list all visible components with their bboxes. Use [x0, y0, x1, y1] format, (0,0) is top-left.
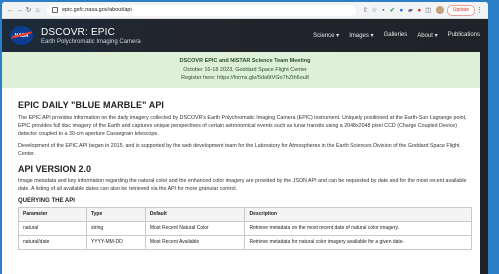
- main-content: EPIC DAILY "BLUE MARBLE" API The EPIC AP…: [2, 88, 488, 250]
- nav-science[interactable]: Science ▾: [313, 32, 339, 39]
- update-button[interactable]: Update: [446, 4, 475, 16]
- announcement-banner: DSCOVR EPIC and NISTAR Science Team Meet…: [2, 52, 488, 88]
- extension-green-icon[interactable]: ✔: [388, 6, 397, 14]
- extension-red-icon[interactable]: ●: [415, 7, 424, 14]
- table-header-row: Parameter Type Default Description: [18, 206, 472, 222]
- nav-publications[interactable]: Publications: [448, 32, 480, 39]
- scrollbar[interactable]: [480, 19, 488, 274]
- bookmark-star-icon[interactable]: ☆: [370, 6, 379, 14]
- brand: DSCOVR: EPIC Earth Polychromatic Imaging…: [41, 27, 141, 45]
- lock-icon: [52, 7, 58, 13]
- nasa-logo[interactable]: NASA: [10, 26, 33, 45]
- extension-puzzle-icon[interactable]: ▰: [406, 6, 415, 14]
- browser-toolbar: ← → ↻ ⌂ epic.gsfc.nasa.gov/about/api ⇧ ☆…: [2, 2, 488, 19]
- column-header: Parameter: [18, 206, 87, 222]
- nav-label: Images: [349, 33, 369, 39]
- nav-label: Publications: [447, 32, 480, 38]
- column-header: Type: [85, 206, 146, 222]
- table-cell: natural/date: [18, 234, 87, 250]
- table-cell: string: [85, 220, 146, 236]
- profile-avatar[interactable]: [435, 6, 444, 14]
- url-text: epic.gsfc.nasa.gov/about/api: [62, 7, 132, 13]
- menu-dots-icon[interactable]: ⋮: [475, 6, 484, 14]
- banner-dates: October 16-18 2023, Goddard Space Flight…: [183, 66, 307, 73]
- column-header: Description: [244, 206, 472, 222]
- page-title: EPIC DAILY "BLUE MARBLE" API: [18, 99, 165, 110]
- nav-images[interactable]: Images ▾: [349, 32, 373, 39]
- banner-register-link[interactable]: Register here: https://forms.gle/5da6tVG…: [2, 74, 488, 83]
- table-cell: Retrieve metadata on the most recent dat…: [244, 220, 472, 236]
- site-subtitle: Earth Polychromatic Imaging Camera: [41, 38, 141, 45]
- table-cell: natural: [18, 220, 87, 236]
- banner-title: DSCOVR EPIC and NISTAR Science Team Meet…: [179, 58, 311, 64]
- browser-window: ← → ↻ ⌂ epic.gsfc.nasa.gov/about/api ⇧ ☆…: [2, 2, 488, 274]
- nav-label: Science: [313, 33, 335, 39]
- extension-icon[interactable]: ▪: [379, 7, 388, 14]
- table-cell: YYYY-MM-DD: [85, 234, 146, 250]
- nav-galleries[interactable]: Galleries: [384, 32, 408, 39]
- extension-blue-icon[interactable]: ●: [397, 7, 406, 14]
- back-icon[interactable]: ←: [6, 7, 15, 14]
- sidebar-icon[interactable]: ◫: [424, 6, 433, 14]
- version-heading: API VERSION 2.0: [18, 163, 92, 174]
- metadata-paragraph: Image metadata and key information regar…: [18, 177, 467, 192]
- api-parameters-table: Parameter Type Default Description natur…: [18, 206, 472, 250]
- table-row: natural/date YYYY-MM-DD Most Recent Avai…: [18, 234, 472, 250]
- site-header: NASA DSCOVR: EPIC Earth Polychromatic Im…: [2, 19, 488, 52]
- column-header: Default: [144, 206, 246, 222]
- site-title[interactable]: DSCOVR: EPIC: [41, 27, 141, 38]
- table-row: natural string Most Recent Natural Color…: [18, 220, 472, 236]
- reload-icon[interactable]: ↻: [24, 6, 33, 14]
- address-bar[interactable]: epic.gsfc.nasa.gov/about/api: [47, 4, 356, 16]
- table-cell: Retrieve metadata for natural color imag…: [244, 234, 472, 250]
- development-paragraph: Development of the EPIC API began in 201…: [18, 143, 460, 158]
- forward-icon[interactable]: →: [15, 7, 24, 14]
- table-cell: Most Recent Available: [144, 234, 246, 250]
- site-nav: Science ▾ Images ▾ Galleries About ▾ Pub…: [313, 32, 480, 39]
- table-cell: Most Recent Natural Color: [144, 220, 246, 236]
- share-icon[interactable]: ⇧: [361, 6, 370, 14]
- query-heading: QUERYING THE API: [18, 197, 75, 204]
- home-icon[interactable]: ⌂: [33, 7, 42, 14]
- intro-paragraph: The EPIC API provides information on the…: [18, 114, 467, 137]
- logo-text: NASA: [14, 32, 29, 39]
- nav-about[interactable]: About ▾: [417, 32, 437, 39]
- nav-label: About: [417, 33, 433, 39]
- nav-label: Galleries: [383, 32, 408, 38]
